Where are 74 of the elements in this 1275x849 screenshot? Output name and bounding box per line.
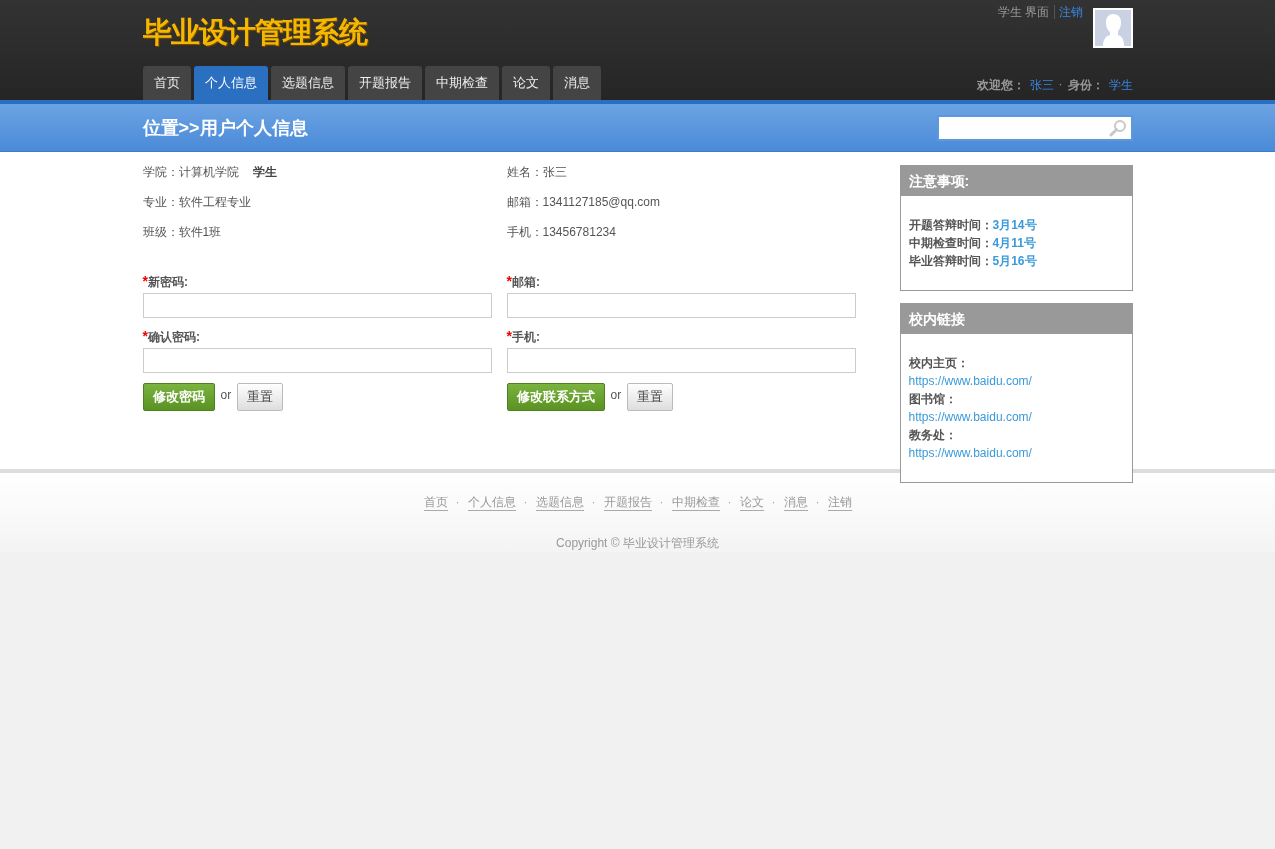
link-label: 教务处：	[908, 427, 958, 444]
footer-link[interactable]: 注销	[827, 495, 852, 511]
nav-tab[interactable]: 选题信息	[270, 66, 345, 100]
date-value: 3月14号	[992, 218, 1037, 232]
info-text: 姓名：张三	[506, 165, 567, 179]
nav-tab[interactable]: 个人信息	[193, 66, 268, 100]
info-text: 专业：软件工程专业	[142, 195, 251, 209]
input-field[interactable]	[506, 293, 856, 318]
or-text: or	[610, 388, 622, 402]
site-title: 毕业设计管理系统	[142, 14, 368, 51]
footer-link[interactable]: 中期检查	[671, 495, 720, 511]
breadcrumb: 位置>>用户个人信息	[142, 116, 308, 140]
date-label: 毕业答辩时间：	[908, 254, 993, 268]
footer-link[interactable]: 消息	[783, 495, 808, 511]
required-mark: *	[142, 273, 148, 289]
info-text: 班级：软件1班	[142, 225, 222, 239]
submit-button[interactable]: 修改联系方式	[506, 383, 605, 411]
role-link[interactable]: 学生	[1108, 77, 1133, 94]
footer-link[interactable]: 开题报告	[603, 495, 652, 511]
separator-dot: ·	[455, 495, 460, 511]
separator-dot: ·	[815, 495, 820, 511]
date-value: 4月11号	[992, 236, 1036, 250]
copyright-text: Copyright © 毕业设计管理系统	[555, 535, 720, 552]
nav-tab[interactable]: 开题报告	[347, 66, 422, 100]
user-name-link[interactable]: 张三	[1029, 77, 1054, 94]
footer-link[interactable]: 论文	[739, 495, 764, 511]
role-text: 学生	[252, 165, 277, 179]
url-link[interactable]: https://www.baidu.com/	[908, 372, 1124, 390]
reset-button[interactable]: 重置	[237, 383, 284, 411]
reset-button[interactable]: 重置	[627, 383, 674, 411]
separator-dot: ·	[1058, 77, 1063, 93]
separator-dot: ·	[523, 495, 528, 511]
info-text: 学院：计算机学院	[142, 165, 239, 179]
input-field[interactable]	[142, 293, 492, 318]
link-label: 图书馆：	[908, 391, 958, 408]
nav-tab[interactable]: 论文	[501, 66, 550, 100]
role-label: 身份：	[1067, 77, 1104, 94]
separator-dot: ·	[591, 495, 596, 511]
date-label: 开题答辩时间：	[908, 218, 993, 232]
panel-title: 校内链接	[900, 304, 1132, 334]
or-text: or	[220, 388, 232, 402]
footer-link[interactable]: 选题信息	[535, 495, 584, 511]
search-field[interactable]	[936, 114, 1133, 141]
info-text: 邮箱：1341127185@qq.com	[506, 195, 660, 209]
required-mark: *	[506, 328, 512, 344]
nav-tab[interactable]: 首页	[142, 66, 191, 100]
logout-link[interactable]: 注销	[1054, 5, 1083, 19]
date-label: 中期检查时间：	[908, 236, 993, 250]
role-view-text: 学生 界面	[998, 5, 1055, 19]
panel-title: 注意事项:	[900, 166, 1132, 196]
required-mark: *	[142, 328, 148, 344]
separator-dot: ·	[771, 495, 776, 511]
separator-dot: ·	[659, 495, 664, 511]
input-field[interactable]	[506, 348, 856, 373]
welcome-label: 欢迎您：	[976, 77, 1025, 94]
link-label: 校内主页：	[908, 355, 970, 372]
field-label: 手机:	[511, 330, 540, 344]
required-mark: *	[506, 273, 512, 289]
footer-link[interactable]: 个人信息	[467, 495, 516, 511]
field-label: 确认密码:	[147, 330, 200, 344]
separator-dot: ·	[727, 495, 732, 511]
field-label: 邮箱:	[511, 275, 540, 289]
date-value: 5月16号	[992, 254, 1037, 268]
search-icon[interactable]	[1108, 118, 1127, 137]
input-field[interactable]	[142, 348, 492, 373]
info-text: 手机：13456781234	[506, 225, 616, 239]
nav-tab[interactable]: 中期检查	[424, 66, 499, 100]
footer-link[interactable]: 首页	[423, 495, 448, 511]
submit-button[interactable]: 修改密码	[142, 383, 215, 411]
nav-tab[interactable]: 消息	[552, 66, 601, 100]
url-link[interactable]: https://www.baidu.com/	[908, 444, 1124, 462]
field-label: 新密码:	[147, 275, 188, 289]
avatar-icon	[1092, 8, 1133, 48]
url-link[interactable]: https://www.baidu.com/	[908, 408, 1124, 426]
